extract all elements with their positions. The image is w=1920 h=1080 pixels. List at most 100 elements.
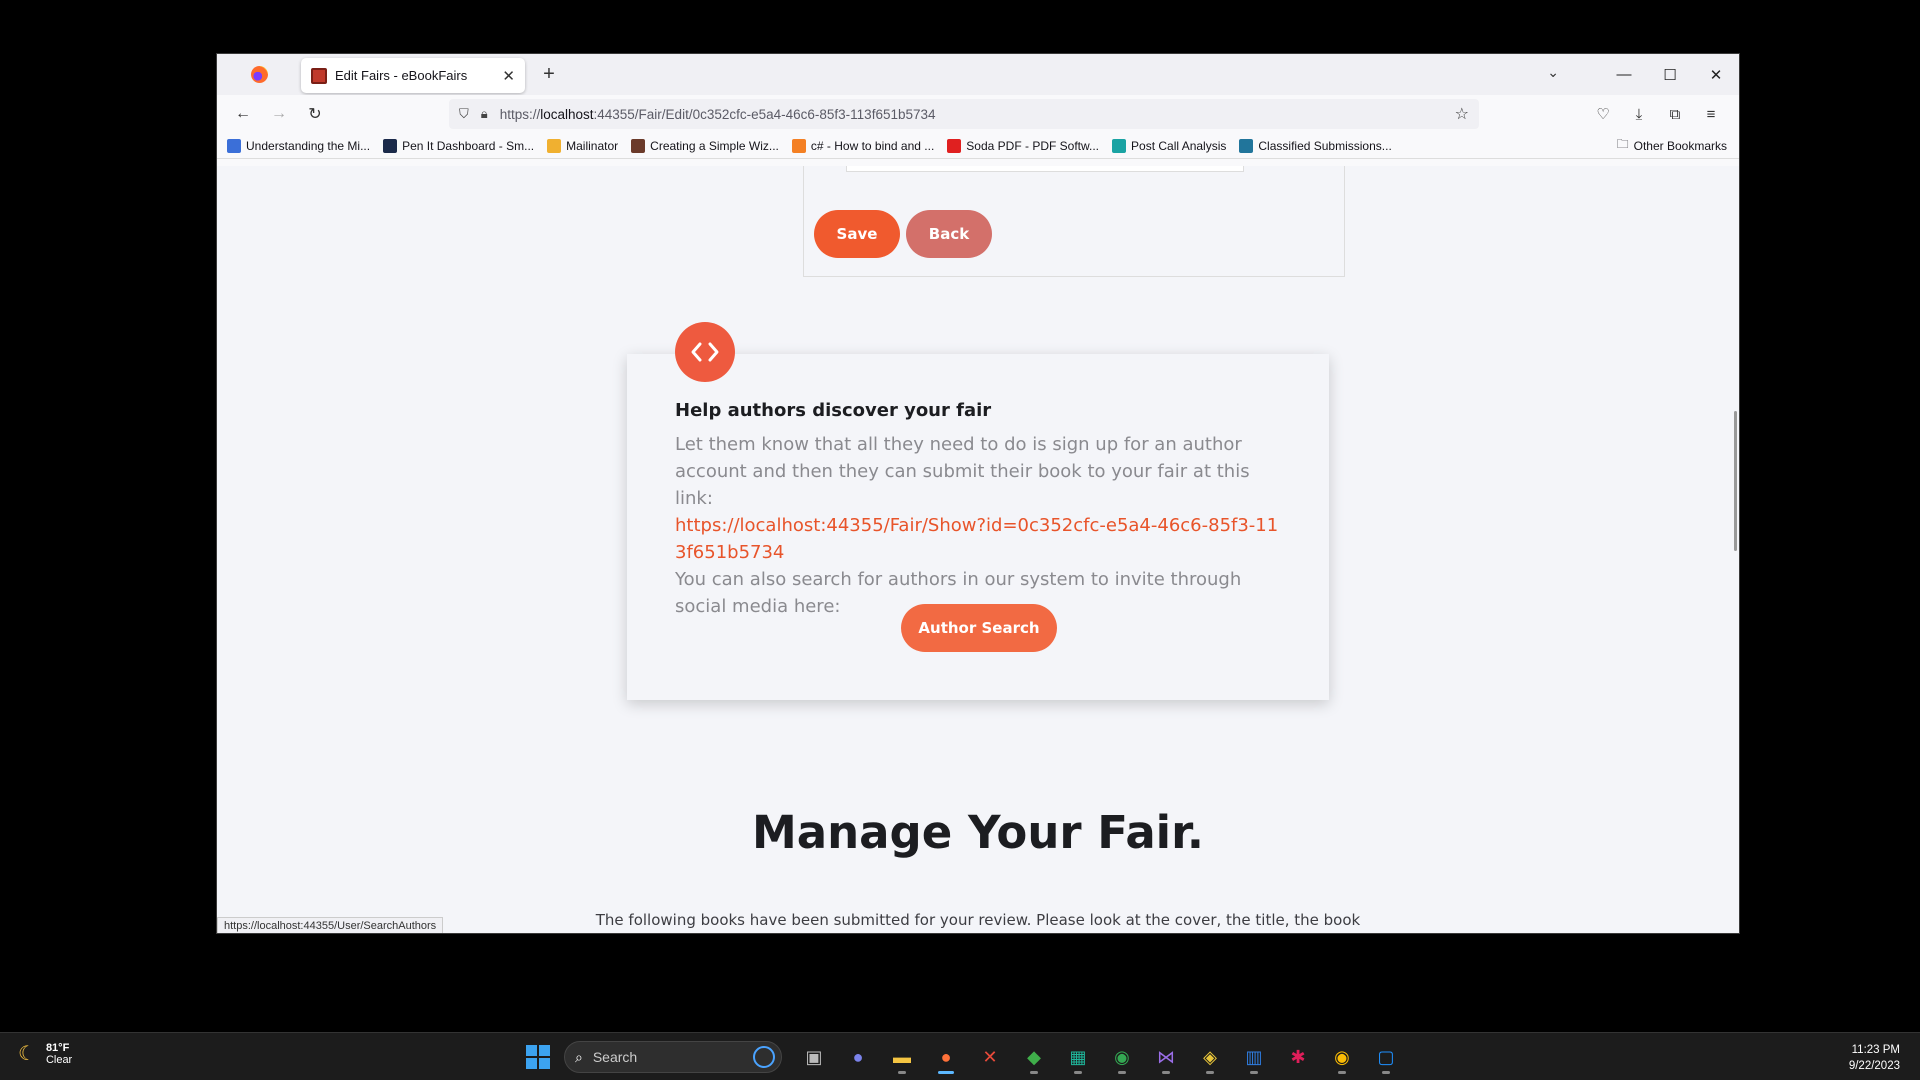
save-button[interactable]: Save [814,210,900,258]
bookmark-favicon-icon [1112,138,1127,153]
temperature: 81°F [45,1041,70,1054]
tab-title: Edit Fairs - eBookFairs [335,68,468,83]
tab-bar: Edit Fairs - eBookFairs ✕ + ⌄ — ☐ ✕ [217,54,1739,95]
scrollbar-thumb[interactable] [1734,411,1737,551]
minimize-icon[interactable]: — [1601,66,1647,83]
page-content: Save Back Help authors discover your fai… [217,166,1739,933]
weather-widget[interactable]: ☾ 81°F Clear [18,1041,72,1066]
app-icon-blue[interactable]: ▢ [1368,1039,1404,1075]
help-card: Help authors discover your fair Let them… [627,354,1329,700]
reload-icon[interactable]: ↻ [297,104,333,124]
bookmark-label: Classified Submissions... [1258,138,1392,153]
firefox-icon [250,66,268,83]
weather-condition: Clear [45,1053,73,1066]
chrome-icon-2[interactable]: ◉ [1324,1039,1360,1075]
file-explorer-icon[interactable]: ▬ [884,1039,920,1075]
bookmark-star-icon[interactable]: ☆ [1455,104,1469,124]
bookmark-item[interactable]: Creating a Simple Wiz... [631,138,779,153]
bookmark-label: Mailinator [566,138,619,153]
bookmark-label: Pen It Dashboard - Sm... [402,138,535,153]
tab-edit-fairs[interactable]: Edit Fairs - eBookFairs ✕ [301,58,525,93]
bookmark-item[interactable]: c# - How to bind and ... [791,138,935,153]
bookmark-favicon-icon [791,138,806,153]
maximize-icon[interactable]: ☐ [1647,66,1693,84]
pocket-icon[interactable]: ♡ [1585,105,1621,123]
firefox-taskbar-icon[interactable]: ● [928,1039,964,1075]
windows-start-icon[interactable] [526,1045,550,1069]
teams-chat-icon[interactable]: ● [840,1039,876,1075]
bookmark-item[interactable]: Post Call Analysis [1112,138,1227,153]
extensions-icon[interactable]: ⧉ [1657,106,1693,123]
close-tab-icon[interactable]: ✕ [502,67,515,85]
search-icon: ⌕ [575,1048,583,1065]
list-all-tabs-icon[interactable]: ⌄ [1547,64,1559,81]
shield-icon[interactable]: ⛉ [459,106,469,122]
manage-description: The following books have been submitted … [595,911,1361,929]
edit-form-box: Save Back [803,166,1345,277]
close-window-icon[interactable]: ✕ [1693,66,1739,84]
back-button[interactable]: Back [906,210,992,258]
bookmark-favicon-icon [1239,138,1254,153]
app-icon-yellow[interactable]: ◈ [1192,1039,1228,1075]
nav-bar: ← → ↻ ⛉ 🔒︎ https://localhost:44355/Fair/… [217,95,1739,133]
chrome-icon-1[interactable]: ◉ [1104,1039,1140,1075]
bookmark-label: Creating a Simple Wiz... [650,138,779,153]
status-bar-url: https://localhost:44355/User/SearchAutho… [217,917,444,933]
url-text[interactable]: https://localhost:44355/Fair/Edit/0c352c… [500,107,1455,122]
forward-arrow-icon[interactable]: → [261,105,297,123]
window-controls: — ☐ ✕ [1601,54,1739,95]
system-clock[interactable]: 11:23 PM 9/22/2023 [1849,1042,1900,1074]
app-icon-red[interactable]: ✕ [972,1039,1008,1075]
bookmark-item[interactable]: Classified Submissions... [1239,138,1392,153]
manage-title: Manage Your Fair. [752,806,1204,859]
bookmarks-toolbar: Understanding the Mi... Pen It Dashboard … [217,133,1739,159]
browser-window: Edit Fairs - eBookFairs ✕ + ⌄ — ☐ ✕ ← → … [216,53,1740,934]
taskbar: ☾ 81°F Clear ⌕ Search ▣ ● ▬ ● ✕ ◆ ▦ ◉ ⋈ … [0,1032,1920,1080]
bookmark-item[interactable]: Pen It Dashboard - Sm... [383,138,535,153]
bookmark-label: Understanding the Mi... [246,138,371,153]
bookmark-item[interactable]: Mailinator [547,138,619,153]
bookmark-item[interactable]: Understanding the Mi... [227,138,371,153]
taskbar-search[interactable]: ⌕ Search [564,1041,782,1073]
clock-time: 11:23 PM [1851,1044,1900,1056]
author-search-button[interactable]: Author Search [901,604,1057,652]
visual-studio-icon[interactable]: ⋈ [1148,1039,1184,1075]
code-icon [675,322,735,382]
new-tab-button[interactable]: + [529,63,569,86]
help-title: Help authors discover your fair [675,400,992,421]
bookmark-favicon-icon [383,138,398,153]
bing-icon[interactable] [753,1046,775,1068]
taskbar-search-label: Search [592,1049,638,1065]
input-field-bottom[interactable] [846,166,1244,172]
url-bar[interactable]: ⛉ 🔒︎ https://localhost:44355/Fair/Edit/0… [449,99,1479,129]
moon-icon: ☾ [18,1043,36,1065]
pinned-tab[interactable] [217,54,301,95]
bookmark-label: Soda PDF - PDF Softw... [966,138,1100,153]
menu-icon[interactable]: ≡ [1693,106,1729,123]
site-favicon-icon [311,67,327,84]
bookmark-favicon-icon [227,138,241,153]
clock-date: 9/22/2023 [1848,1060,1900,1072]
bookmark-label: c# - How to bind and ... [810,138,935,153]
task-view-icon[interactable]: ▣ [796,1039,832,1075]
folder-icon: 🗀 [1616,137,1629,151]
toolbar-right: ♡ ⤓ ⧉ ≡ [1585,95,1729,133]
help-text-signup: Let them know that all they need to do i… [675,434,1250,509]
bookmark-favicon-icon [547,138,562,153]
fair-share-link[interactable]: https://localhost:44355/Fair/Show?id=0c3… [675,512,1287,566]
bookmark-label: Post Call Analysis [1131,138,1227,153]
downloads-icon[interactable]: ⤓ [1621,106,1657,123]
other-bookmarks-label: Other Bookmarks [1633,138,1727,153]
bookmark-favicon-icon [631,138,646,153]
taskbar-apps: ⌕ Search ▣ ● ▬ ● ✕ ◆ ▦ ◉ ⋈ ◈ ▥ ✱ ◉ ▢ [526,1039,1408,1075]
bookmark-item[interactable]: Soda PDF - PDF Softw... [947,138,1100,153]
lock-icon[interactable]: 🔒︎ [481,106,488,122]
trello-icon[interactable]: ▥ [1236,1039,1272,1075]
app-icon-green[interactable]: ◆ [1016,1039,1052,1075]
help-body: Let them know that all they need to do i… [675,431,1287,620]
other-bookmarks[interactable]: 🗀 Other Bookmarks [1617,135,1727,156]
slack-icon[interactable]: ✱ [1280,1039,1316,1075]
bookmark-favicon-icon [947,138,962,153]
back-arrow-icon[interactable]: ← [225,105,261,123]
app-icon-teal[interactable]: ▦ [1060,1039,1096,1075]
